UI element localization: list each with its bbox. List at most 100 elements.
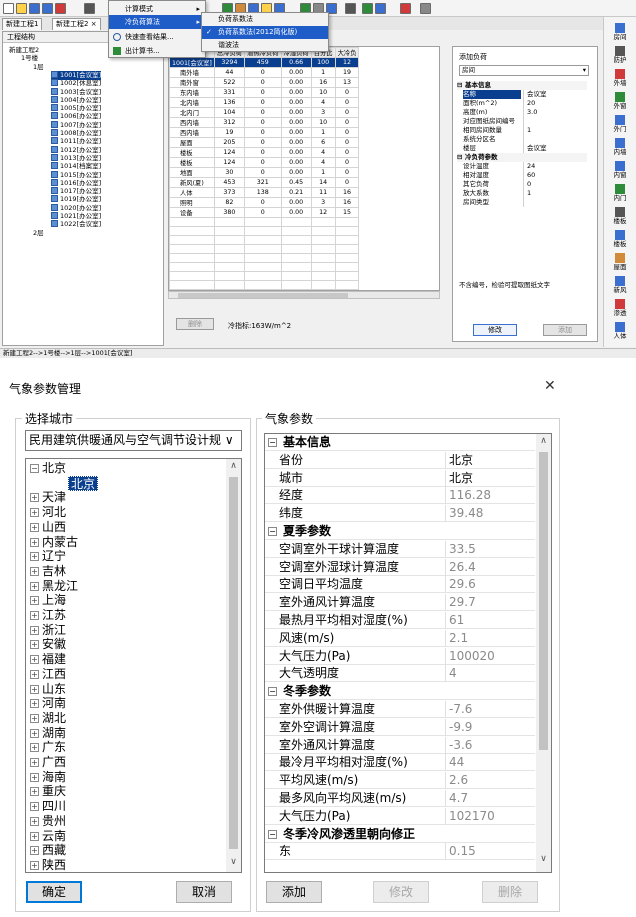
property-row[interactable]: 房间类型 — [457, 198, 587, 207]
city-node[interactable]: + 上海 — [30, 593, 66, 608]
toolbar-button-icon[interactable] — [29, 3, 40, 14]
expand-icon[interactable]: + — [30, 596, 39, 606]
expand-icon[interactable]: ⊟ — [457, 153, 462, 162]
param-section[interactable]: − 冬季参数 — [265, 683, 535, 701]
delete-load-button[interactable]: 删除 — [176, 318, 214, 330]
param-value[interactable]: 北京 — [445, 469, 535, 487]
param-row[interactable]: 省份 北京 — [265, 451, 535, 469]
property-row[interactable]: 名称 会议室 — [457, 90, 587, 99]
close-icon[interactable]: ✕ — [544, 378, 556, 394]
param-row[interactable]: 风速(m/s) 2.1 — [265, 629, 535, 647]
param-value[interactable]: 4.7 — [445, 790, 535, 807]
expand-icon[interactable]: + — [30, 860, 39, 870]
right-tool-11[interactable]: 新风 — [604, 276, 636, 294]
city-node[interactable]: + 云南 — [30, 829, 66, 844]
scroll-thumb[interactable] — [539, 452, 548, 750]
param-row[interactable]: 大气压力(Pa) 100020 — [265, 647, 535, 665]
collapse-icon[interactable]: − — [268, 527, 277, 536]
right-tool-3[interactable]: 外窗 — [604, 92, 636, 110]
city-node[interactable]: + 江西 — [30, 667, 66, 682]
param-row[interactable]: 最多风向平均风速(m/s) 4.7 — [265, 790, 535, 807]
right-tool-13[interactable]: 人体 — [604, 322, 636, 340]
city-node[interactable]: + 河南 — [30, 696, 66, 711]
scroll-down-icon[interactable]: ∨ — [536, 854, 551, 864]
table-row[interactable]: 人体 373 138 0.21 11 16 — [169, 187, 360, 198]
property-value[interactable]: 0 — [523, 180, 585, 189]
param-value[interactable]: 29.7 — [445, 594, 535, 612]
property-row[interactable]: 面积(m^2) 20 — [457, 99, 587, 108]
property-section[interactable]: ⊟ 基本信息 — [457, 81, 587, 90]
city-node-selected[interactable]: 北京 — [68, 475, 99, 491]
toolbar-button-icon[interactable] — [16, 3, 27, 14]
collapse-icon[interactable]: − — [268, 687, 277, 697]
city-node[interactable]: + 重庆 — [30, 784, 66, 799]
param-row[interactable]: 空调日平均温度 29.6 — [265, 576, 535, 594]
param-row[interactable]: 平均风速(m/s) 2.6 — [265, 772, 535, 790]
property-section[interactable]: ⊟ 冷负荷参数 — [457, 153, 587, 162]
city-node[interactable]: + 吉林 — [30, 564, 66, 579]
menu-item-calc-mode[interactable]: 计算模式 ▸ — [109, 2, 205, 16]
tab-project-2[interactable]: 新建工程2 × — [52, 18, 101, 30]
table-row[interactable]: 北内墙 136 0 0.00 4 0 — [169, 97, 360, 108]
toolbar-button-icon[interactable] — [55, 3, 66, 14]
property-value[interactable]: 1 — [523, 126, 585, 135]
property-row[interactable]: 楼层 会议室 — [457, 144, 587, 153]
table-row[interactable]: 南外窗 522 0 0.00 16 13 — [169, 77, 360, 88]
right-tool-1[interactable]: 防护 — [604, 46, 636, 64]
tab-project-1[interactable]: 新建工程1 — [2, 18, 43, 30]
submenu-item-load-coefficient-2012[interactable]: ✓ 负荷系数法(2012简化版) — [202, 26, 328, 39]
toolbar-button-icon[interactable] — [375, 3, 386, 14]
scroll-thumb[interactable] — [178, 293, 348, 298]
expand-icon[interactable]: + — [30, 816, 39, 826]
city-node[interactable]: + 广西 — [30, 755, 66, 770]
right-tool-5[interactable]: 内墙 — [604, 138, 636, 156]
param-value[interactable]: 0.15 — [445, 843, 535, 861]
city-node[interactable]: + 山西 — [30, 520, 66, 535]
city-node[interactable]: + 陕西 — [30, 858, 66, 872]
city-node[interactable]: + 山东 — [30, 682, 66, 697]
expand-icon[interactable]: + — [30, 493, 39, 503]
city-node[interactable]: + 湖北 — [30, 711, 66, 726]
param-value[interactable]: 29.6 — [445, 576, 535, 594]
menu-item-quick-view[interactable]: 快速查看结果... — [109, 30, 205, 44]
table-row[interactable]: 设备 380 0 0.00 12 15 — [169, 207, 360, 218]
param-value[interactable]: -7.6 — [445, 701, 535, 718]
param-value[interactable]: -3.6 — [445, 736, 535, 754]
param-row[interactable]: 空调室外干球计算温度 33.5 — [265, 540, 535, 558]
expand-icon[interactable]: + — [30, 728, 39, 738]
right-tool-4[interactable]: 外门 — [604, 115, 636, 133]
param-row[interactable]: 空调室外湿球计算温度 26.4 — [265, 558, 535, 576]
param-row[interactable]: 室外空调计算温度 -9.9 — [265, 718, 535, 736]
expand-icon[interactable]: + — [30, 743, 39, 753]
param-value[interactable]: -9.9 — [445, 718, 535, 736]
toolbar-button-icon[interactable] — [420, 3, 431, 14]
expand-icon[interactable]: + — [30, 699, 39, 709]
right-tool-0[interactable]: 房间 — [604, 23, 636, 41]
right-tool-12[interactable]: 渗透 — [604, 299, 636, 317]
param-value[interactable]: 2.1 — [445, 629, 535, 647]
table-row[interactable]: 北内门 104 0 0.00 3 0 — [169, 107, 360, 118]
expand-icon[interactable]: + — [30, 831, 39, 841]
city-node[interactable]: + 四川 — [30, 799, 66, 814]
table-row[interactable]: 新风(夏) 453 321 0.45 14 0 — [169, 177, 360, 188]
toolbar-button-icon[interactable] — [400, 3, 411, 14]
param-value[interactable]: 102170 — [445, 807, 535, 825]
right-tool-8[interactable]: 楼板 — [604, 207, 636, 225]
expand-icon[interactable]: + — [30, 640, 39, 650]
add-room-button[interactable]: 添加 — [543, 324, 587, 336]
right-tool-9[interactable]: 楼板 — [604, 230, 636, 248]
param-value[interactable]: 61 — [445, 612, 535, 629]
property-value[interactable]: 60 — [523, 171, 585, 180]
param-row[interactable]: 东 0.15 — [265, 843, 535, 861]
param-section[interactable]: − 夏季参数 — [265, 523, 535, 540]
right-tool-7[interactable]: 内门 — [604, 184, 636, 202]
load-type-select[interactable]: 房间 ▾ — [459, 65, 589, 76]
city-node[interactable]: + 安徽 — [30, 637, 66, 652]
param-row[interactable]: 大气压力(Pa) 102170 — [265, 807, 535, 825]
expand-icon[interactable]: + — [30, 537, 39, 547]
param-value[interactable]: 4 — [445, 665, 535, 683]
param-section[interactable]: − 冬季冷风渗透里朝向修正 — [265, 826, 535, 843]
expand-icon[interactable]: + — [30, 611, 39, 620]
expand-icon[interactable]: + — [30, 772, 39, 782]
property-row[interactable]: 相同房间数量 1 — [457, 126, 587, 135]
